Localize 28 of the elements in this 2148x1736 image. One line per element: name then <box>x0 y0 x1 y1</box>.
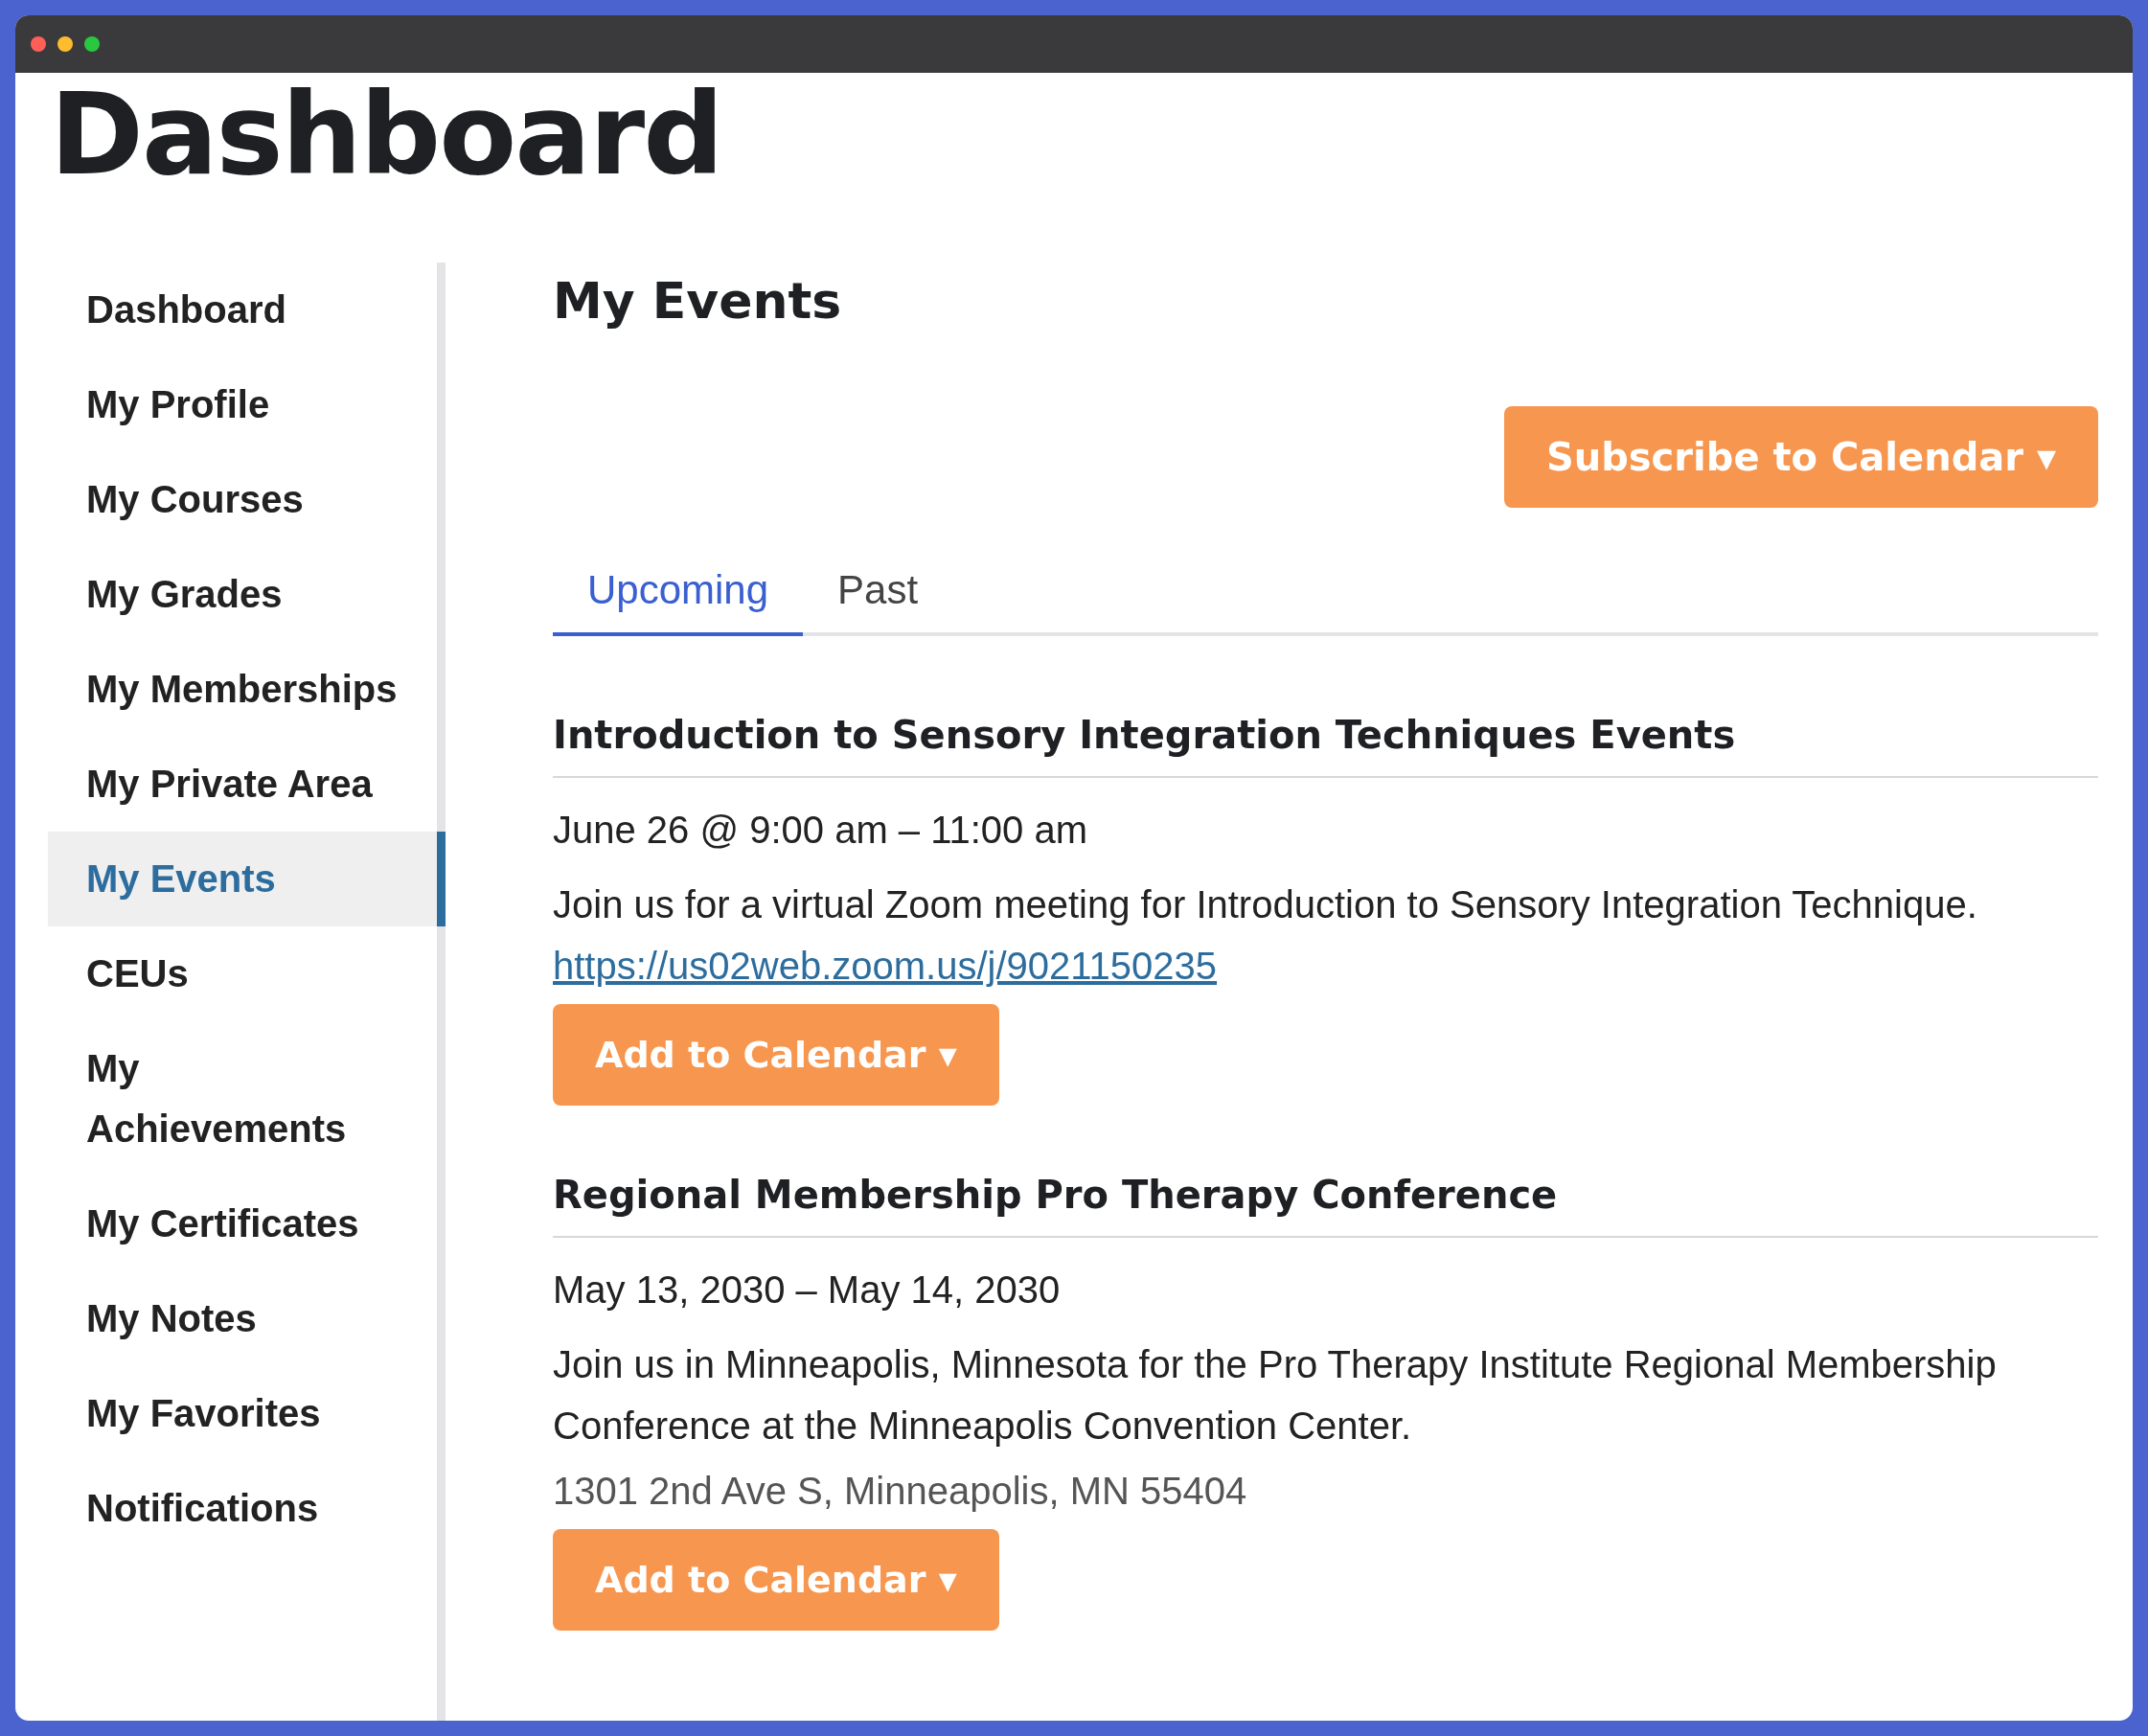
minimize-dot-icon[interactable] <box>57 36 73 52</box>
sidebar-item[interactable]: Dashboard <box>48 263 437 357</box>
sidebar-item[interactable]: CEUs <box>48 926 437 1021</box>
event-date: May 13, 2030 – May 14, 2030 <box>553 1268 1062 1313</box>
sidebar-item[interactable]: My Notes <box>48 1271 437 1366</box>
sidebar-item[interactable]: My Certificates <box>48 1176 437 1271</box>
event-title: Regional Membership Pro Therapy Conference <box>553 1173 2098 1238</box>
sidebar-item[interactable]: My Private Area <box>48 737 437 832</box>
tab[interactable]: Past <box>803 558 953 636</box>
event-date: June 26 @ 9:00 am – 11:00 am <box>553 808 1088 853</box>
sidebar-item[interactable]: My Courses <box>48 452 437 547</box>
sidebar-item[interactable]: My Grades <box>48 547 437 642</box>
maximize-dot-icon[interactable] <box>84 36 100 52</box>
tab[interactable]: Upcoming <box>553 558 804 636</box>
event-description: Join us for a virtual Zoom meeting for Introduction to Sensory Integration Technique. <box>553 882 1978 927</box>
page-title: Dashboard <box>49 73 723 195</box>
meeting-link[interactable]: https://us02web.zoom.us/j/9021150235 <box>553 945 1218 987</box>
event-address: 1301 2nd Ave S, Minneapolis, MN 55404 <box>553 1469 1248 1514</box>
sidebar-item[interactable]: My Achievements <box>48 1021 437 1176</box>
sidebar-item[interactable]: My Events <box>48 832 446 926</box>
event-title: Introduction to Sensory Integration Techniques Events <box>553 713 2098 778</box>
sidebar-item[interactable]: My Favorites <box>48 1366 437 1461</box>
sidebar-item[interactable]: Notifications <box>48 1461 437 1556</box>
event-description: Join us in Minneapolis, Minnesota for the Pro Therapy Institute Regional Membership Conference at the Minneapolis Convention Center. <box>553 1342 1998 1449</box>
close-dot-icon[interactable] <box>31 36 46 52</box>
sidebar-item[interactable]: My Profile <box>48 357 437 452</box>
sidebar-item[interactable]: My Memberships <box>48 642 437 737</box>
section-heading: My Events <box>553 271 843 331</box>
